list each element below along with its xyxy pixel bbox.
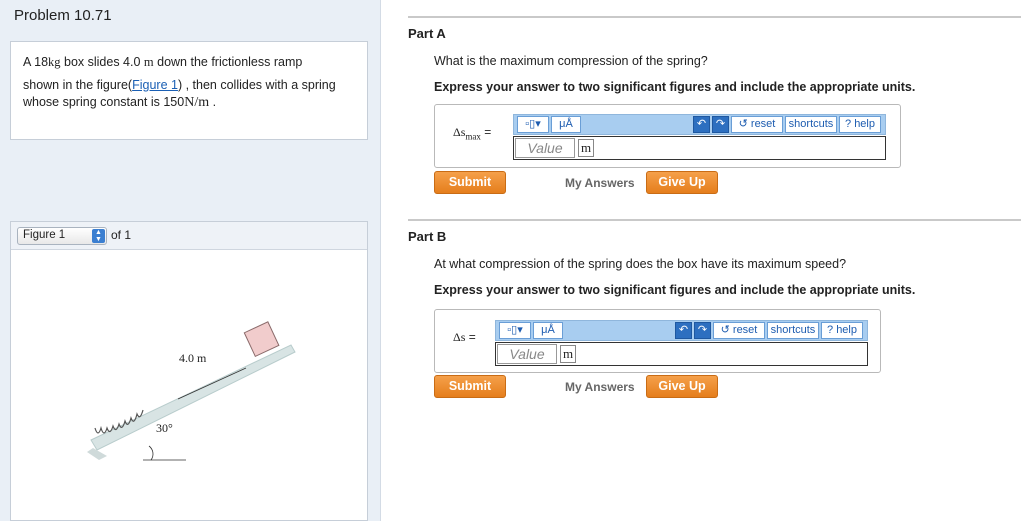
distance-line (177, 367, 247, 400)
part-a-my-answers-link[interactable]: My Answers (565, 176, 635, 190)
problem-panel: Problem 10.71 A 18kg box slides 4.0 m do… (0, 0, 381, 521)
figure-image: 4.0 m 30° (11, 250, 367, 520)
mass-unit: kg (48, 55, 61, 69)
units-button[interactable]: μÅ (533, 322, 563, 339)
shortcuts-button[interactable]: shortcuts (785, 116, 837, 133)
part-a-unit-input[interactable]: m (578, 139, 594, 157)
redo-icon[interactable]: ↷ (712, 116, 729, 133)
help-button[interactable]: ? help (821, 322, 863, 339)
figure-link[interactable]: Figure 1 (132, 78, 178, 92)
redo-icon[interactable]: ↷ (694, 322, 711, 339)
part-b-value-input[interactable]: Value (497, 344, 557, 364)
length-unit: m (143, 55, 154, 69)
templates-icon[interactable]: ▫▯▾ (499, 322, 531, 339)
distance-label: 4.0 m (179, 351, 207, 365)
reset-button[interactable]: ↺ reset (713, 322, 765, 339)
part-a-value-input[interactable]: Value (515, 138, 575, 158)
ramp-diagram: 4.0 m 30° (87, 321, 296, 461)
select-arrows-icon: ▲ ▼ (92, 229, 105, 243)
part-b: Part B At what compression of the spring… (408, 229, 1021, 409)
templates-icon[interactable]: ▫▯▾ (517, 116, 549, 133)
part-b-unit-input[interactable]: m (560, 345, 576, 363)
part-a-input-row: Value m (513, 136, 886, 160)
part-a-title: Part A (408, 26, 446, 41)
angle-arc (148, 445, 154, 461)
part-b-instruction: Express your answer to two significant f… (434, 283, 916, 297)
help-icon: ? (845, 118, 852, 130)
part-b-answer-label: Δs = (453, 330, 476, 344)
part-a-divider (408, 16, 1021, 18)
undo-icon[interactable]: ↶ (693, 116, 710, 133)
part-b-input-row: Value m (495, 342, 868, 366)
part-a: Part A What is the maximum compression o… (408, 26, 1021, 206)
part-a-answer-box: Δsmax = ▫▯▾ μÅ ↶ ↷ ↺ reset shortcuts ? h… (434, 104, 901, 168)
part-b-submit-button[interactable]: Submit (434, 375, 506, 398)
part-b-my-answers-link[interactable]: My Answers (565, 380, 635, 394)
units-button[interactable]: μÅ (551, 116, 581, 133)
part-a-answer-label: Δsmax = (453, 125, 492, 142)
angle-label: 30° (156, 421, 173, 435)
undo-icon[interactable]: ↶ (675, 322, 692, 339)
part-a-submit-button[interactable]: Submit (434, 171, 506, 194)
spring-constant-unit: N/m (184, 95, 210, 110)
part-b-toolbar: ▫▯▾ μÅ ↶ ↷ ↺ reset shortcuts ? help (495, 320, 868, 341)
figure-panel: Figure 1 ▲ ▼ of 1 4.0 m 30° (10, 221, 368, 521)
part-b-give-up-button[interactable]: Give Up (646, 375, 718, 398)
problem-line-2: shown in the figure(Figure 1) , then col… (23, 78, 336, 110)
figure-navigation: Figure 1 ▲ ▼ of 1 (11, 222, 367, 250)
problem-title: Problem 10.71 (14, 7, 112, 24)
part-b-question: At what compression of the spring does t… (434, 257, 847, 271)
part-b-title: Part B (408, 229, 447, 244)
part-a-toolbar: ▫▯▾ μÅ ↶ ↷ ↺ reset shortcuts ? help (513, 114, 886, 135)
part-b-divider (408, 219, 1021, 221)
shortcuts-button[interactable]: shortcuts (767, 322, 819, 339)
problem-statement: A 18kg box slides 4.0 m down the frictio… (10, 41, 368, 140)
reset-icon: ↺ (738, 118, 748, 130)
part-a-give-up-button[interactable]: Give Up (646, 171, 718, 194)
part-b-answer-box: Δs = ▫▯▾ μÅ ↶ ↷ ↺ reset shortcuts ? help… (434, 309, 881, 373)
help-icon: ? (827, 324, 834, 336)
figure-select[interactable]: Figure 1 ▲ ▼ (17, 227, 107, 245)
part-a-instruction: Express your answer to two significant f… (434, 80, 916, 94)
figure-count: of 1 (111, 228, 132, 242)
help-button[interactable]: ? help (839, 116, 881, 133)
box (243, 321, 280, 358)
problem-line-1: A 18kg box slides 4.0 m down the frictio… (23, 55, 303, 69)
reset-button[interactable]: ↺ reset (731, 116, 783, 133)
part-a-question: What is the maximum compression of the s… (434, 54, 708, 68)
reset-icon: ↺ (720, 324, 730, 336)
